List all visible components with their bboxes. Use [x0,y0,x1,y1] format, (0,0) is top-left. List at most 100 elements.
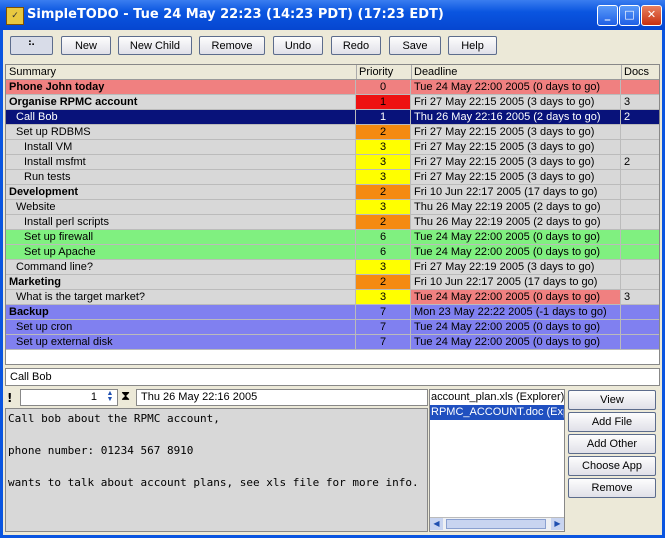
tree-icon: ⠓ [27,40,36,52]
task-deadline: Fri 27 May 22:15 2005 (3 days to go) [411,95,621,109]
table-row[interactable]: Phone John today 0 Tue 24 May 22:00 2005 (… [6,80,659,95]
task-deadline: Tue 24 May 22:00 2005 (0 days to go) [411,245,621,259]
choose-app-button[interactable]: Choose App [568,456,656,476]
save-button[interactable]: Save [389,36,441,55]
task-summary: Backup [6,305,356,319]
priority-spinner[interactable]: 1 ▲ ▼ [20,389,118,406]
task-docs [621,320,659,334]
task-summary: Set up Apache [6,245,356,259]
table-row[interactable]: Marketing 2 Fri 10 Jun 22:17 2005 (17 days… [6,275,659,290]
table-row[interactable]: Install msfmt 3 Fri 27 May 22:15 2005 (3 d… [6,155,659,170]
scroll-thumb[interactable] [446,519,546,529]
task-summary: Organise RPMC account [6,95,356,109]
table-row[interactable]: Set up firewall 6 Tue 24 May 22:00 2005 (0… [6,230,659,245]
table-row[interactable]: Install VM 3 Fri 27 May 22:15 2005 (3 days… [6,140,659,155]
table-row[interactable]: Set up cron 7 Tue 24 May 22:00 2005 (0 day… [6,320,659,335]
task-priority: 3 [356,170,411,184]
window-title: SimpleTODO - Tue 24 May 22:23 (14:23 PDT… [27,7,444,22]
scroll-right-arrow[interactable]: ▶ [551,518,564,530]
task-summary: Install perl scripts [6,215,356,229]
task-summary: Set up external disk [6,335,356,349]
task-summary: Command line? [6,260,356,274]
task-priority: 0 [356,80,411,94]
task-priority: 2 [356,185,411,199]
task-docs [621,80,659,94]
task-docs: 2 [624,111,631,123]
task-summary: Phone John today [6,80,356,94]
tree-view-button[interactable]: ⠓ [10,36,53,55]
table-row[interactable]: Set up external disk 7 Tue 24 May 22:00 20… [6,335,659,350]
spinner-arrows[interactable]: ▲ ▼ [104,390,116,404]
task-priority: 7 [356,335,411,349]
task-priority: 7 [356,305,411,319]
redo-button[interactable]: Redo [331,36,381,55]
table-row[interactable]: Set up Apache 6 Tue 24 May 22:00 2005 (0 d… [6,245,659,260]
task-summary: Install msfmt [6,155,356,169]
notes-textarea[interactable]: Call bob about the RPMC account, phone n… [5,408,428,532]
task-priority: 3 [356,140,411,154]
task-deadline: Thu 26 May 22:19 2005 (2 days to go) [411,215,621,229]
task-summary: What is the target market? [6,290,356,304]
table-row[interactable]: Organise RPMC account 1 Fri 27 May 22:15 2… [6,95,659,110]
column-header-deadline[interactable]: Deadline [414,66,457,78]
deadline-field[interactable]: Thu 26 May 22:16 2005 [136,389,428,406]
table-row[interactable]: Backup 7 Mon 23 May 22:22 2005 (-1 days to… [6,305,659,320]
view-button[interactable]: View [568,390,656,410]
task-deadline: Fri 27 May 22:15 2005 (3 days to go) [411,125,621,139]
remove-file-button[interactable]: Remove [568,478,656,498]
task-title-field[interactable]: Call Bob [5,368,660,386]
task-docs [621,305,659,319]
column-header-priority[interactable]: Priority [359,66,393,78]
attached-files-list[interactable]: account_plan.xls (Explorer) RPMC_ACCOUNT… [429,389,565,532]
new-child-button[interactable]: New Child [118,36,192,55]
table-row[interactable]: What is the target market? 3 Tue 24 May 22… [6,290,659,305]
task-summary: Install VM [6,140,356,154]
task-priority: 6 [356,245,411,259]
file-item[interactable]: account_plan.xls (Explorer) [430,390,564,405]
table-row[interactable]: Call Bob 1 Thu 26 May 22:16 2005 (2 days t… [6,110,659,125]
new-button[interactable]: New [61,36,111,55]
task-priority: 2 [356,275,411,289]
undo-button[interactable]: Undo [273,36,323,55]
table-row[interactable]: Command line? 3 Fri 27 May 22:19 2005 (3 d… [6,260,659,275]
minimize-button[interactable]: _ [597,5,618,26]
task-deadline: Tue 24 May 22:00 2005 (0 days to go) [411,290,621,304]
task-priority: 2 [356,125,411,139]
task-docs [621,200,659,214]
task-deadline: Tue 24 May 22:00 2005 (0 days to go) [411,320,621,334]
table-row[interactable]: Run tests 3 Fri 27 May 22:15 2005 (3 days … [6,170,659,185]
table-row[interactable]: Set up RDBMS 2 Fri 27 May 22:15 2005 (3 da… [6,125,659,140]
task-priority: 2 [356,215,411,229]
task-docs [621,215,659,229]
task-deadline: Fri 27 May 22:15 2005 (3 days to go) [411,140,621,154]
task-docs [621,125,659,139]
file-item-selected[interactable]: RPMC_ACCOUNT.doc (Explorer) [430,405,564,420]
column-header-summary[interactable]: Summary [9,66,56,78]
task-docs [621,185,659,199]
close-button[interactable]: ✕ [641,5,662,26]
task-priority: 3 [356,260,411,274]
maximize-button[interactable]: □ [619,5,640,26]
table-row[interactable]: Development 2 Fri 10 Jun 22:17 2005 (17 da… [6,185,659,200]
todo-table[interactable]: Summary Priority Deadline Docs Phone Joh… [5,64,660,365]
task-deadline: Tue 24 May 22:00 2005 (0 days to go) [411,230,621,244]
add-other-button[interactable]: Add Other [568,434,656,454]
horizontal-scrollbar[interactable]: ◀ ▶ [430,517,564,531]
task-deadline: Fri 10 Jun 22:17 2005 (17 days to go) [411,275,621,289]
add-file-button[interactable]: Add File [568,412,656,432]
task-docs: 3 [624,291,631,303]
table-row[interactable]: Website 3 Thu 26 May 22:19 2005 (2 days to… [6,200,659,215]
column-header-docs[interactable]: Docs [624,66,649,78]
hourglass-icon: ⧗ [121,389,131,404]
scroll-left-arrow[interactable]: ◀ [430,518,443,530]
task-summary: Website [6,200,356,214]
title-bar[interactable]: ✓ SimpleTODO - Tue 24 May 22:23 (14:23 P… [0,0,665,30]
help-button[interactable]: Help [448,36,497,55]
task-priority: 1 [356,110,411,124]
table-row[interactable]: Install perl scripts 2 Thu 26 May 22:19 20… [6,215,659,230]
task-deadline: Tue 24 May 22:00 2005 (0 days to go) [411,80,621,94]
task-priority: 6 [356,230,411,244]
remove-button[interactable]: Remove [199,36,265,55]
task-deadline: Fri 27 May 22:15 2005 (3 days to go) [411,155,621,169]
task-deadline: Fri 27 May 22:19 2005 (3 days to go) [411,260,621,274]
